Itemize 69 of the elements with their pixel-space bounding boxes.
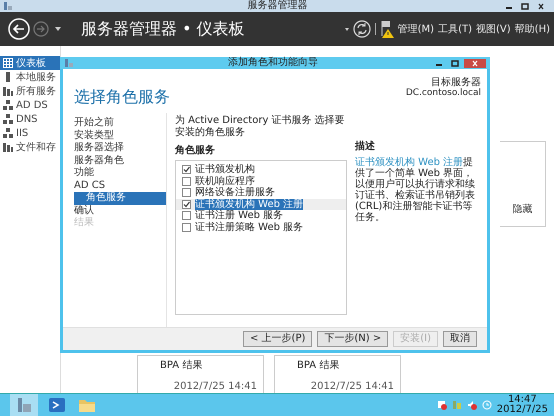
wizard-step[interactable]: 确认 [74, 204, 166, 217]
menu-item[interactable]: 帮助(H) [514, 22, 550, 36]
description-link[interactable]: 证书颁发机构 Web 注册 [355, 157, 464, 168]
wizard-button[interactable]: < 上一步(P) [243, 331, 312, 347]
checkbox[interactable] [182, 211, 191, 220]
forward-button[interactable] [33, 21, 49, 37]
server-icon [3, 72, 13, 82]
menu-item[interactable]: 视图(V) [476, 22, 511, 36]
role-icon [3, 114, 13, 124]
checkbox[interactable] [182, 188, 191, 198]
timestamp: 2012/7/25 14:41 [174, 381, 257, 392]
wizard-step[interactable]: 服务器角色 [74, 154, 166, 167]
role-service-item[interactable]: 证书颁发机构 Web 注册 [176, 198, 346, 210]
sidebar-item[interactable]: 仪表板 [0, 56, 60, 70]
description-text: 证书颁发机构 Web 注册提供了一个简单 Web 界面，以便用户可以执行请求和续订证书、检索证书吊销列表(CRL)和注册智能卡证书等任务。 [355, 157, 476, 223]
dropdown-caret-icon[interactable] [55, 27, 61, 31]
wizard-step[interactable]: 开始之前 [74, 117, 166, 130]
tile-title: BPA 结果 [160, 358, 204, 372]
clock-date[interactable]: 2012/7/25 [496, 405, 548, 416]
sidebar-item[interactable]: 所有服务 [0, 84, 60, 98]
sidebar-item[interactable]: 本地服务 [0, 70, 60, 84]
sidebar-item[interactable]: IIS [0, 126, 60, 140]
hide-link[interactable]: 隐藏 [512, 202, 532, 216]
description-label: 描述 [355, 140, 376, 153]
refresh-button[interactable] [352, 20, 371, 38]
timestamp: 2012/7/25 14:41 [310, 381, 394, 392]
menu-item[interactable]: 管理(M) [398, 22, 434, 36]
sidebar-item[interactable]: AD DS [0, 98, 60, 112]
checkbox[interactable] [182, 176, 191, 186]
wizard-step[interactable]: 功能 [74, 167, 166, 180]
page-title: 服务器管理器 • 仪表板 [81, 18, 245, 40]
checkbox[interactable] [182, 200, 191, 209]
app-icon [3, 1, 13, 11]
role-service-item[interactable]: 证书颁发机构 [176, 164, 346, 176]
wizard-step[interactable]: 角色服务 [74, 192, 166, 204]
wizard-button[interactable]: 下一步(N) > [317, 331, 388, 347]
sidebar-item[interactable]: 文件和存 [0, 140, 60, 154]
servers-icon [3, 86, 13, 96]
target-server: DC.contoso.local [406, 88, 481, 99]
back-button[interactable] [8, 18, 30, 40]
app-icon [64, 58, 74, 68]
dropdown-caret-icon[interactable] [344, 28, 349, 30]
role-service-item[interactable]: 联机响应程序 [176, 176, 346, 187]
flag-warning-icon[interactable] [380, 20, 394, 38]
tile-title: BPA 结果 [297, 358, 340, 372]
servers-icon [3, 142, 13, 152]
target-label: 目标服务器 [431, 77, 481, 88]
dialog-title: 添加角色和功能向导 [227, 57, 318, 69]
wizard-step[interactable]: 安装类型 [74, 130, 166, 142]
checkbox[interactable] [182, 222, 191, 232]
role-service-item[interactable]: 证书注册 Web 服务 [176, 210, 346, 222]
clock-time[interactable]: 14:47 [508, 394, 537, 405]
sound-alert-icon[interactable] [466, 400, 477, 410]
wizard-step: 结果 [74, 217, 166, 230]
instruction-text: 为 Active Directory 证书服务 选择要安装的角色服务 [175, 115, 346, 139]
wizard-button[interactable]: 取消 [443, 331, 477, 347]
role-icon [3, 100, 13, 110]
grid-icon [3, 58, 13, 68]
role-service-item[interactable]: 证书注册策略 Web 服务 [176, 222, 346, 233]
menu-item[interactable]: 工具(T) [438, 22, 472, 36]
list-label: 角色服务 [175, 144, 216, 157]
wizard-step[interactable]: 服务器选择 [74, 142, 166, 154]
page-heading: 选择角色服务 [74, 87, 170, 108]
role-icon [3, 128, 13, 138]
wizard-step[interactable]: AD CS [74, 180, 166, 192]
sidebar-item[interactable]: DNS [0, 112, 60, 126]
role-service-item[interactable]: 网络设备注册服务 [176, 187, 346, 198]
checkbox[interactable] [182, 165, 191, 174]
window-title: 服务器管理器 [246, 0, 308, 12]
